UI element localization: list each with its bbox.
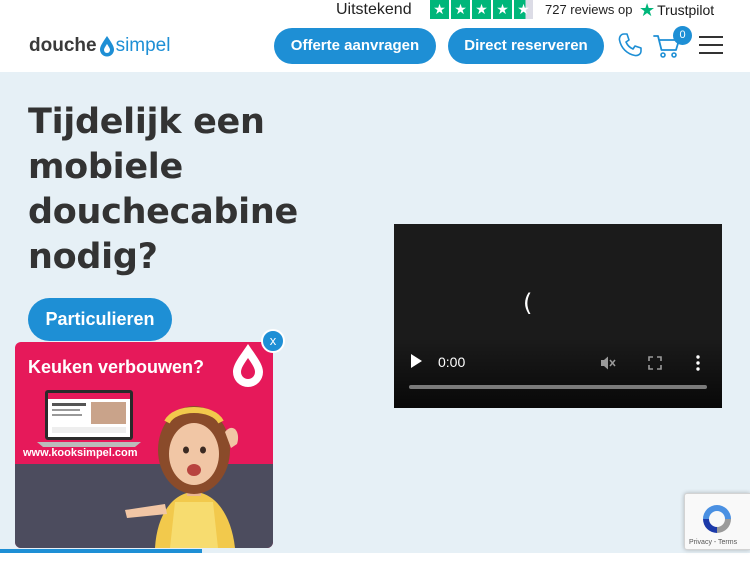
hamburger-menu-icon[interactable] <box>699 35 723 55</box>
trustpilot-logo[interactable]: ★ Trustpilot <box>639 0 714 20</box>
video-progress-bar[interactable] <box>409 385 707 389</box>
logo-text-douche: douche <box>29 35 97 56</box>
fullscreen-icon[interactable] <box>648 356 662 370</box>
logo-text-simpel: simpel <box>115 35 171 56</box>
video-loading-indicator: ( <box>523 289 533 317</box>
video-player[interactable]: ( 0:00 <box>394 224 722 408</box>
trustpilot-review-count: 727 reviews op <box>545 2 633 17</box>
trustpilot-stars: ★ ★ ★ ★ ★ <box>430 0 533 19</box>
trustpilot-star-icon: ★ <box>639 0 656 20</box>
star-icon: ★ <box>472 0 491 19</box>
star-icon: ★ <box>451 0 470 19</box>
bottom-strip <box>0 553 750 563</box>
star-icon: ★ <box>493 0 512 19</box>
offerte-aanvragen-button[interactable]: Offerte aanvragen <box>274 28 436 64</box>
mute-icon[interactable] <box>600 355 616 371</box>
play-icon[interactable] <box>410 354 422 368</box>
more-options-icon[interactable] <box>695 355 701 371</box>
video-controls-shade <box>394 338 722 408</box>
half-star-icon: ★ <box>514 0 533 19</box>
site-logo[interactable]: douche simpel <box>29 35 170 57</box>
recaptcha-privacy-terms[interactable]: Privacy - Terms <box>689 538 737 547</box>
cart-count-badge: 0 <box>673 26 692 45</box>
recaptcha-logo-icon <box>703 505 731 533</box>
kooksimpel-promo-banner[interactable]: Keuken verbouwen? www.kooksimpel.com <box>15 342 273 548</box>
trustpilot-rating-text: Uitstekend <box>336 1 412 18</box>
trustpilot-brand: Trustpilot <box>657 2 715 18</box>
woman-illustration-icon <box>125 406 239 548</box>
page-title: Tijdelijk een mobiele douchecabine nodig… <box>28 102 298 277</box>
water-drop-icon <box>99 36 114 57</box>
promo-close-button[interactable]: x <box>261 329 285 353</box>
trustpilot-bar[interactable]: Uitstekend ★ ★ ★ ★ ★ 727 reviews op ★ Tr… <box>0 0 750 20</box>
site-header: douche simpel Offerte aanvragen Direct r… <box>0 20 750 72</box>
kooksimpel-drop-logo-icon <box>233 344 263 387</box>
phone-icon[interactable] <box>616 31 644 59</box>
video-time: 0:00 <box>438 354 466 370</box>
scroll-progress-bar <box>0 549 202 553</box>
recaptcha-badge[interactable]: Privacy - Terms <box>684 493 750 550</box>
particulieren-button[interactable]: Particulieren <box>28 298 172 341</box>
promo-title: Keuken verbouwen? <box>28 357 205 377</box>
star-icon: ★ <box>430 0 449 19</box>
direct-reserveren-button[interactable]: Direct reserveren <box>448 28 604 64</box>
